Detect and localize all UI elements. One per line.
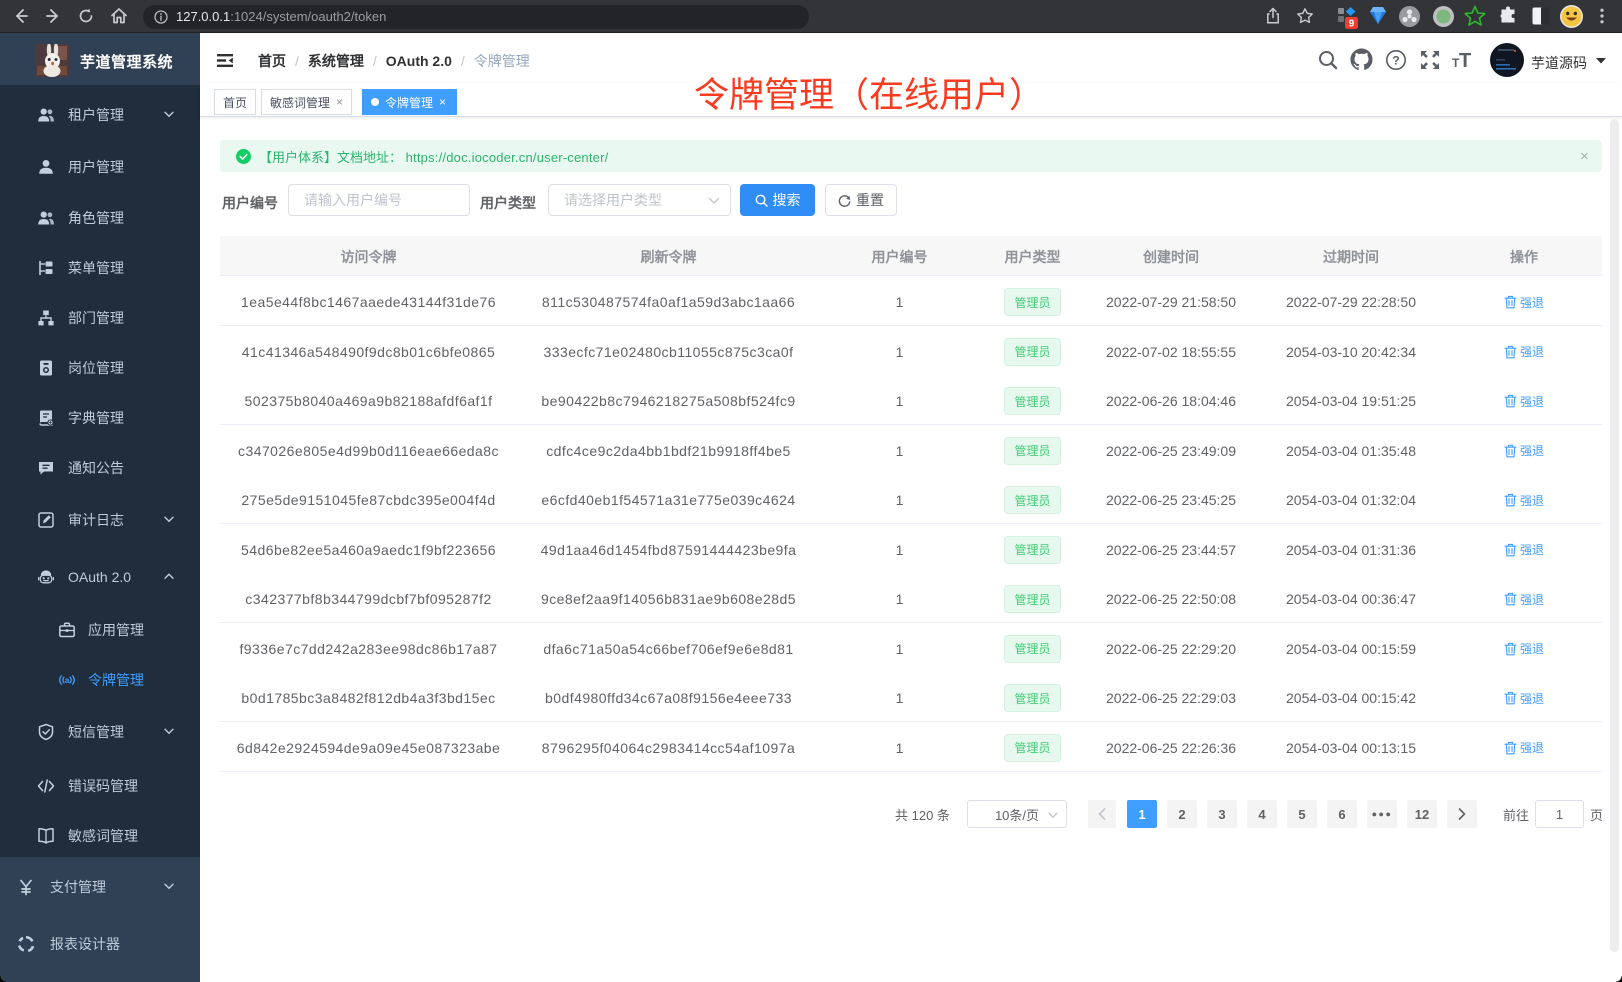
svg-text:9: 9: [1349, 19, 1355, 30]
svg-text:?: ?: [1392, 53, 1399, 67]
svg-text:a: a: [65, 675, 70, 685]
svg-text:T: T: [1459, 50, 1471, 72]
